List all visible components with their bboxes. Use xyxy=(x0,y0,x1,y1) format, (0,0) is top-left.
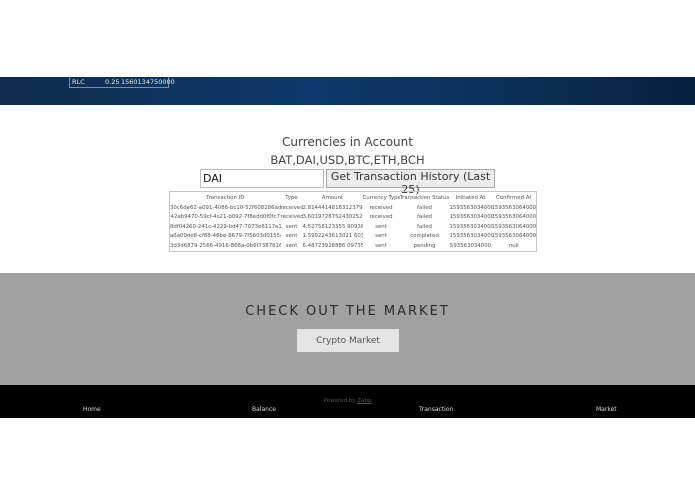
cell-transaction-status: failed xyxy=(417,223,432,230)
table-row: 8df04260-241c-4229-bd47-7073e8117e18 sen… xyxy=(170,222,537,232)
table-row: 42ab9470-59cf-4c21-b092-7f8edd0f0fc7 rec… xyxy=(170,213,537,223)
cell-type: sent xyxy=(285,223,298,230)
cell-confirmed-at: null xyxy=(508,242,519,249)
header-currency-type: Currency Type xyxy=(362,194,400,201)
cell-initiated-at: 1593563034000 xyxy=(449,214,492,221)
cell-amount: 4.52758123355 90938 xyxy=(302,223,363,230)
cell-confirmed-at: 1593563064000 xyxy=(491,223,537,230)
cell-currency-type: sent xyxy=(375,242,387,249)
footer-link-balance[interactable]: Balance xyxy=(252,406,276,413)
currencies-title: Currencies in Account xyxy=(282,135,413,149)
header-amount: Amount xyxy=(321,194,344,201)
exchange-rate-box: RLC 0.25 1560134750000 xyxy=(69,77,175,88)
cell-transaction-id: 8df04260-241c-4229-bd47-7073e8117e18 xyxy=(170,223,281,230)
footer: Powered by Zabo Home Balance Transaction… xyxy=(0,385,695,418)
cell-amount: 2.8144414816312379 xyxy=(302,204,363,211)
header-banner: RLC 0.25 1560134750000 xyxy=(0,77,695,105)
rate-timestamp: 1560134750000 xyxy=(121,78,175,86)
rate-symbol: RLC xyxy=(72,78,85,86)
crypto-market-button[interactable]: Crypto Market xyxy=(297,329,399,352)
page: RLC 0.25 1560134750000 Currencies in Acc… xyxy=(0,0,695,494)
cell-amount: 6.48723928886 097357 xyxy=(302,242,363,249)
cell-confirmed-at: 1593563064000 xyxy=(491,214,537,221)
cell-transaction-id: 3d3d6879-2566-4916-868a-0b6f73878160 xyxy=(170,242,281,249)
cell-currency-type: received xyxy=(369,204,393,211)
cell-confirmed-at: 1593563064000 xyxy=(491,204,537,211)
market-section: CHECK OUT THE MARKET Crypto Market xyxy=(0,273,695,385)
header-transaction-id: Transaction ID xyxy=(206,194,245,201)
cell-type: received xyxy=(280,214,303,221)
footer-link-home[interactable]: Home xyxy=(83,406,101,413)
header-confirmed-at: Confirmed At xyxy=(496,194,532,201)
powered-by-text: Powered by xyxy=(323,398,356,404)
header-initiated-at: Initiated At xyxy=(455,194,486,201)
zabo-link[interactable]: Zabo xyxy=(357,398,371,404)
cell-currency-type: sent xyxy=(375,233,387,240)
currencies-list: BAT,DAI,USD,BTC,ETH,BCH xyxy=(270,153,425,167)
currency-input[interactable] xyxy=(200,169,324,188)
header-type: Type xyxy=(285,194,298,201)
cell-transaction-status: pending xyxy=(413,242,436,249)
table-row: 3d3d6879-2566-4916-868a-0b6f73878160 sen… xyxy=(170,241,537,251)
cell-amount: 3.60197287524302529 2 xyxy=(302,214,363,221)
table-row: a6a00de8-cf88-46be-8679-7f5603d0155e sen… xyxy=(170,232,537,242)
market-title: CHECK OUT THE MARKET xyxy=(245,304,450,319)
cell-transaction-status: failed xyxy=(417,214,432,221)
cell-confirmed-at: 1593563064000 xyxy=(491,233,537,240)
cell-transaction-status: failed xyxy=(417,204,432,211)
get-transaction-history-button[interactable]: Get Transaction History (Last 25) xyxy=(326,169,495,196)
cell-transaction-id: 42ab9470-59cf-4c21-b092-7f8edd0f0fc7 xyxy=(170,214,280,221)
header-transaction-status: Transaction Status xyxy=(399,194,450,201)
footer-link-transaction[interactable]: Transaction xyxy=(419,406,453,413)
cell-type: sent xyxy=(285,233,298,240)
cell-transaction-status: completed xyxy=(410,233,439,240)
cell-transaction-id: a6a00de8-cf88-46be-8679-7f5603d0155e xyxy=(170,233,281,240)
cell-initiated-at: 1593563034000 xyxy=(449,233,492,240)
footer-link-market[interactable]: Market xyxy=(596,406,617,413)
cell-initiated-at: 593563034000 xyxy=(449,242,492,249)
powered-by: Powered by Zabo xyxy=(0,398,695,404)
cell-currency-type: sent xyxy=(375,223,387,230)
cell-transaction-id: 30c6de62-a091-4086-bc10-52f608286ada xyxy=(170,204,281,211)
transactions-table: Transaction ID Type Amount Currency Type… xyxy=(169,191,537,252)
cell-amount: 1.5992243613021 6036 xyxy=(302,233,363,240)
table-row: 30c6de62-a091-4086-bc10-52f608286ada rec… xyxy=(170,203,537,213)
cell-currency-type: received xyxy=(369,214,393,221)
cell-type: sent xyxy=(285,242,298,249)
rate-value: 0.25 xyxy=(105,78,120,86)
cell-initiated-at: 1593563034000 xyxy=(449,204,492,211)
table-header-row: Transaction ID Type Amount Currency Type… xyxy=(170,192,537,204)
cell-initiated-at: 1593563034000 xyxy=(449,223,492,230)
cell-type: received xyxy=(280,204,303,211)
